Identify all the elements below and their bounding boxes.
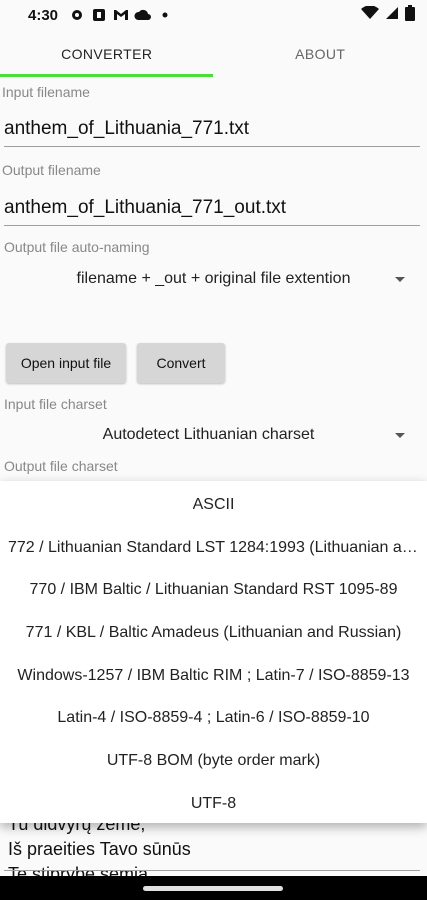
battery-icon [405, 5, 415, 25]
gmail-icon [112, 6, 130, 24]
auto-naming-value: filename + _out + original file extentio… [76, 270, 351, 287]
gear-icon [68, 6, 86, 24]
tab-indicator [0, 74, 213, 77]
open-input-file-button[interactable]: Open input file [6, 343, 126, 383]
input-filename-field[interactable]: anthem_of_Lithuania_771.txt [4, 118, 420, 147]
dropdown-arrow-icon [395, 277, 405, 282]
dropdown-option[interactable]: 770 / IBM Baltic / Lithuanian Standard R… [0, 569, 427, 611]
input-filename-label: Input filename [2, 84, 90, 100]
dropdown-option[interactable]: UTF-8 BOM (byte order mark) [0, 740, 427, 782]
output-filename-label: Output filename [2, 162, 101, 178]
dropdown-arrow-icon [395, 433, 405, 438]
output-charset-dropdown: ASCII 772 / Lithuanian Standard LST 1284… [0, 481, 427, 823]
input-charset-label: Input file charset [4, 396, 107, 412]
output-charset-label: Output file charset [4, 458, 118, 474]
text-line: Iš praeities Tavo sūnūs [8, 839, 191, 859]
signal-icon [385, 6, 399, 24]
dropdown-option[interactable]: ASCII [0, 484, 427, 526]
tab-converter[interactable]: CONVERTER [0, 30, 214, 78]
dropdown-option[interactable]: 771 / KBL / Baltic Amadeus (Lithuanian a… [0, 612, 427, 654]
input-charset-value: Autodetect Lithuanian charset [102, 426, 315, 443]
wifi-icon [361, 5, 379, 24]
dropdown-option[interactable]: 772 / Lithuanian Standard LST 1284:1993 … [0, 527, 427, 569]
dropdown-option[interactable]: Latin-4 / ISO-8859-4 ; Latin-6 / ISO-885… [0, 697, 427, 739]
input-charset-spinner[interactable]: Autodetect Lithuanian charset [0, 418, 427, 452]
home-gesture-handle[interactable] [143, 886, 283, 891]
cloud-icon [134, 6, 152, 24]
tab-bar: CONVERTER ABOUT [0, 30, 427, 78]
dropdown-option[interactable]: Windows-1257 / IBM Baltic RIM ; Latin-7 … [0, 655, 427, 697]
status-bar: 4:30 [0, 0, 427, 30]
text-area-underline [4, 870, 420, 871]
shield-icon [90, 6, 108, 24]
dot-icon [156, 6, 174, 24]
output-filename-field[interactable]: anthem_of_Lithuania_771_out.txt [4, 197, 420, 226]
auto-naming-spinner[interactable]: filename + _out + original file extentio… [0, 262, 427, 296]
auto-naming-label: Output file auto-naming [4, 239, 150, 255]
tab-about[interactable]: ABOUT [214, 30, 427, 78]
dropdown-option[interactable]: UTF-8 [0, 783, 427, 825]
status-time: 4:30 [28, 6, 59, 24]
convert-button[interactable]: Convert [137, 343, 225, 383]
